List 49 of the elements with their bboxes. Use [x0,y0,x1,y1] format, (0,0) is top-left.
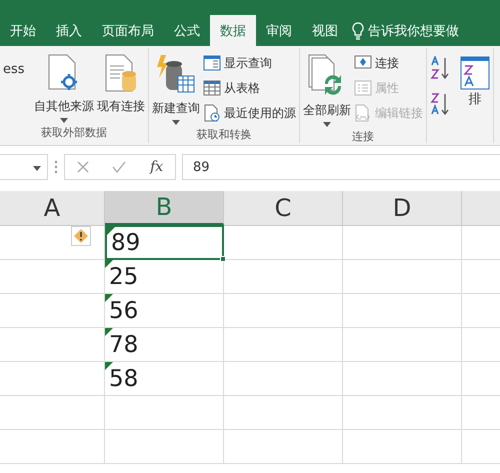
table-cell: 78 [105,328,224,361]
warning-icon [74,229,88,243]
group-label: 获取外部数据 [40,125,108,140]
ribbon-button[interactable]: 全部刷新 [303,52,351,129]
ribbon-tab[interactable]: 公式 [164,15,210,46]
document-clock-icon [203,104,221,122]
ribbon-button[interactable]: 显示查询 [203,52,296,74]
formula-field[interactable]: 89 [182,154,500,180]
error-indicator-icon [105,328,113,336]
table-cell: 58 [105,362,224,395]
ribbon-tab[interactable]: 页面布局 [92,15,164,46]
table-cell: 56 [105,294,224,327]
ribbon-button[interactable]: 现有连接 [97,52,145,125]
warning-button[interactable] [71,226,91,246]
tell-me-search[interactable]: 告诉我你想要做 [368,22,459,40]
ribbon-tab[interactable]: 审阅 [256,15,302,46]
ribbon-button[interactable]: 新建查询 [152,52,200,127]
document-link-icon [354,104,372,122]
ribbon-button[interactable]: 从表格 [203,77,296,99]
ribbon-tab[interactable]: 数据 [210,15,256,46]
error-indicator-icon [105,294,113,302]
group-label: 连接 [351,129,375,144]
lightbulb-icon [352,22,364,40]
group-label: 获取和转换 [196,127,252,142]
column-header[interactable]: C [224,191,343,225]
error-indicator-icon [105,362,113,370]
database-document-icon [104,54,138,94]
column-header[interactable]: D [343,191,462,225]
ribbon-button[interactable]: 自其他来源 [34,52,94,125]
insert-function-button[interactable]: fx [150,159,164,175]
column-header[interactable]: B [105,191,224,225]
ribbon-tab[interactable]: 视图 [302,15,348,46]
ribbon-label: ess [3,61,26,79]
window-icon [203,55,221,71]
table-icon [203,80,221,96]
grip-icon [54,160,58,174]
cancel-icon[interactable] [76,161,89,173]
ribbon-button[interactable]: 连接 [354,52,423,74]
ribbon-tab[interactable]: 开始 [0,15,46,46]
sort-icon [460,56,490,90]
sort-button[interactable]: 排 [460,56,490,140]
caret-icon [33,166,41,171]
properties-icon [354,80,372,96]
ribbon-tab[interactable]: 插入 [46,15,92,46]
ribbon-button[interactable]: 最近使用的源 [203,102,296,124]
table-cell: 25 [105,260,224,293]
check-icon[interactable] [112,161,126,173]
error-indicator-icon [105,260,113,268]
connection-icon [354,55,372,71]
